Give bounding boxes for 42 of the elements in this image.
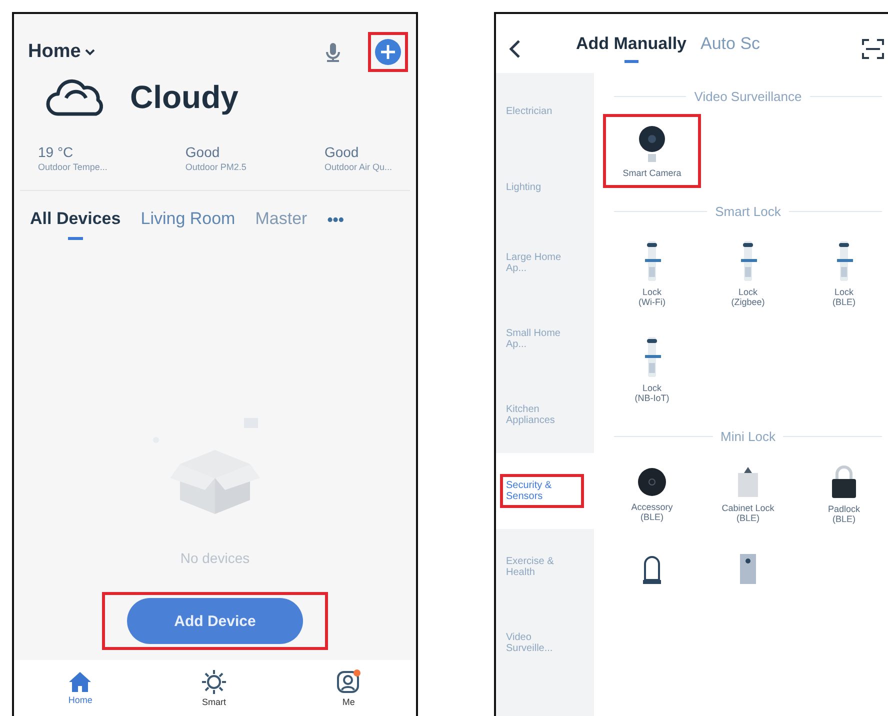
weather-condition: Cloudy xyxy=(130,78,238,116)
section-title: Mini Lock xyxy=(720,429,776,444)
mode-tab[interactable]: Auto Sc xyxy=(700,34,760,63)
section-title: Smart Lock xyxy=(715,204,781,219)
sun-icon xyxy=(201,669,227,695)
mode-tab[interactable]: Add Manually xyxy=(576,34,687,63)
room-tab[interactable]: Living Room xyxy=(140,209,236,240)
keypad-icon xyxy=(738,552,758,586)
device-item[interactable]: Lock (Zigbee) xyxy=(705,235,791,311)
nav-tab[interactable]: Home xyxy=(68,671,92,705)
stat-label: Outdoor PM2.5 xyxy=(185,162,246,172)
device-item[interactable]: Smart Camera xyxy=(609,120,695,182)
device-item[interactable]: Lock (Wi-Fi) xyxy=(609,235,695,311)
more-button[interactable]: ••• xyxy=(327,212,344,238)
home-selector[interactable]: Home xyxy=(28,41,95,63)
device-item[interactable]: Lock (BLE) xyxy=(801,235,887,311)
device-item[interactable]: Cabinet Lock (BLE) xyxy=(705,461,791,527)
device-item[interactable]: Accessory (BLE) xyxy=(609,462,695,526)
back-icon[interactable] xyxy=(508,38,522,58)
room-tab[interactable]: All Devices xyxy=(30,209,121,240)
stat-value: Good xyxy=(324,144,360,160)
stat-label: Outdoor Air Qu... xyxy=(324,162,392,172)
nav-tab[interactable]: Me xyxy=(336,669,362,707)
nav-tab[interactable]: Smart xyxy=(201,669,227,707)
device-item[interactable]: Padlock (BLE) xyxy=(801,460,887,528)
microphone-icon[interactable] xyxy=(324,41,342,63)
home-icon xyxy=(68,671,92,693)
caret-icon xyxy=(84,48,95,56)
round-button-icon xyxy=(636,466,668,498)
profile-icon xyxy=(336,669,362,695)
empty-message: No devices xyxy=(180,550,250,566)
stat-value: 19 °C xyxy=(38,144,74,160)
room-tab[interactable]: Master xyxy=(255,209,308,240)
padlock-icon xyxy=(829,464,859,500)
scan-icon[interactable] xyxy=(862,38,884,58)
stat-value: Good xyxy=(185,144,221,160)
add-icon[interactable] xyxy=(374,38,402,66)
device-item[interactable]: Lock (NB-IoT) xyxy=(609,331,695,407)
cabinet-lock-icon xyxy=(735,465,761,499)
add-device-button[interactable]: Add Device xyxy=(127,598,303,644)
stat-label: Outdoor Tempe... xyxy=(38,162,108,172)
section-title: Video Surveillance xyxy=(694,89,802,104)
